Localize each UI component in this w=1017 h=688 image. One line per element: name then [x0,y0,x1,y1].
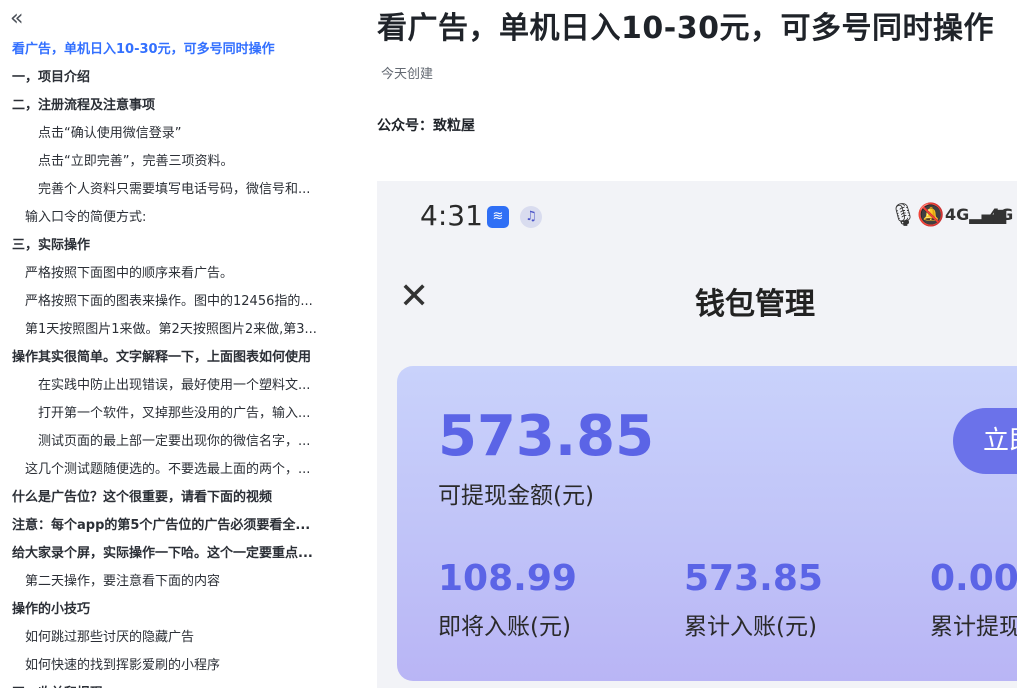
outline-item[interactable]: 一，项目介绍 [0,64,318,92]
stat-value: 0.00 [930,558,1017,599]
microphone-icon: 🎙 [889,203,917,228]
outline-sidebar: « 看广告，单机日入10-30元，可多号同时操作 一，项目介绍 二，注册流程及注意事… [0,0,330,688]
stat-total-withdrawn: 0.00 累计提现 [930,558,1017,641]
signal-4g-icon-2: 4G [989,205,1014,224]
app-notification-icon: ≋ [487,206,509,228]
music-app-icon: ♫ [520,206,542,228]
stat-label: 累计提现 [930,614,1017,640]
outline-item[interactable]: 点击“立即完善”，完善三项资料。 [0,148,318,176]
outline-item[interactable]: 测试页面的最上部一定要出现你的微信名字，... [0,428,318,456]
outline-item[interactable]: 操作其实很简单。文字解释一下，上面图表如何使用 [0,344,318,372]
body-paragraph: 公众号：致粒屋 [377,118,475,134]
phone-status-bar: 4:31 ≋ ♫ 🎙 🔕 4G▂▄▆ 4G [377,181,1017,256]
outline-item[interactable]: 给大家录个屏，实际操作一下哈。这个一定要重点... [0,540,318,568]
stat-value: 573.85 [684,558,823,599]
outline-item[interactable]: 操作的小技巧 [0,596,318,624]
status-time: 4:31 [420,199,483,232]
stat-pending: 108.99 即将入账(元) [438,558,577,641]
wallet-card: 573.85 可提现金额(元) 立即 108.99 即将入账(元) 573.85… [397,366,1017,681]
outline-item[interactable]: 第1天按照图片1来做。第2天按照图片2来做,第3... [0,316,318,344]
page-title: 看广告，单机日入10-30元，可多号同时操作 [377,11,994,46]
outline-item[interactable]: 输入口令的简便方式: [0,204,318,232]
balance-label: 可提现金额(元) [438,483,594,509]
wallet-page-title: 钱包管理 [695,287,815,322]
phone-nav-bar: ✕ 钱包管理 [377,259,1017,339]
stat-total-income: 573.85 累计入账(元) [684,558,823,641]
outline-item[interactable]: 打开第一个软件，叉掉那些没用的广告，输入... [0,400,318,428]
outline-item[interactable]: 如何快速的找到挥影爱刷的小程序 [0,652,318,680]
outline-item[interactable]: 第二天操作，要注意看下面的内容 [0,568,318,596]
close-icon[interactable]: ✕ [399,277,431,317]
embedded-phone-screenshot[interactable]: 4:31 ≋ ♫ 🎙 🔕 4G▂▄▆ 4G ✕ 钱包管理 573.85 可提现金… [377,181,1017,688]
outline-item[interactable]: 二，注册流程及注意事项 [0,92,318,120]
withdraw-button[interactable]: 立即 [953,408,1017,474]
collapse-sidebar-icon[interactable]: « [10,8,30,30]
outline-item[interactable]: 如何跳过那些讨厌的隐藏广告 [0,624,318,652]
outline-item[interactable]: 严格按照下面的图表来操作。图中的12456指的... [0,288,318,316]
outline-item[interactable]: 这几个测试题随便选的。不要选最上面的两个，... [0,456,318,484]
outline-item[interactable]: 注意：每个app的第5个广告位的广告必须要看全... [0,512,318,540]
outline-item[interactable]: 点击“确认使用微信登录” [0,120,318,148]
outline-item[interactable]: 四，收益和提现 [0,680,318,688]
stat-label: 即将入账(元) [438,614,571,640]
outline-item[interactable]: 什么是广告位？这个很重要，请看下面的视频 [0,484,318,512]
outline-item[interactable]: 严格按照下面图中的顺序来看广告。 [0,260,318,288]
balance-amount: 573.85 [438,404,655,469]
created-meta: 今天创建 [381,67,434,82]
stat-value: 108.99 [438,558,577,599]
stat-label: 累计入账(元) [684,614,817,640]
outline-item[interactable]: 三，实际操作 [0,232,318,260]
table-of-contents: 看广告，单机日入10-30元，可多号同时操作 一，项目介绍 二，注册流程及注意事项点… [0,36,330,688]
outline-item[interactable]: 完善个人资料只需要填写电话号码，微信号和... [0,176,318,204]
outline-item[interactable]: 在实践中防止出现错误，最好使用一个塑料文... [0,372,318,400]
mute-bell-icon: 🔕 [917,203,945,228]
outline-item[interactable]: 看广告，单机日入10-30元，可多号同时操作 [0,36,318,64]
